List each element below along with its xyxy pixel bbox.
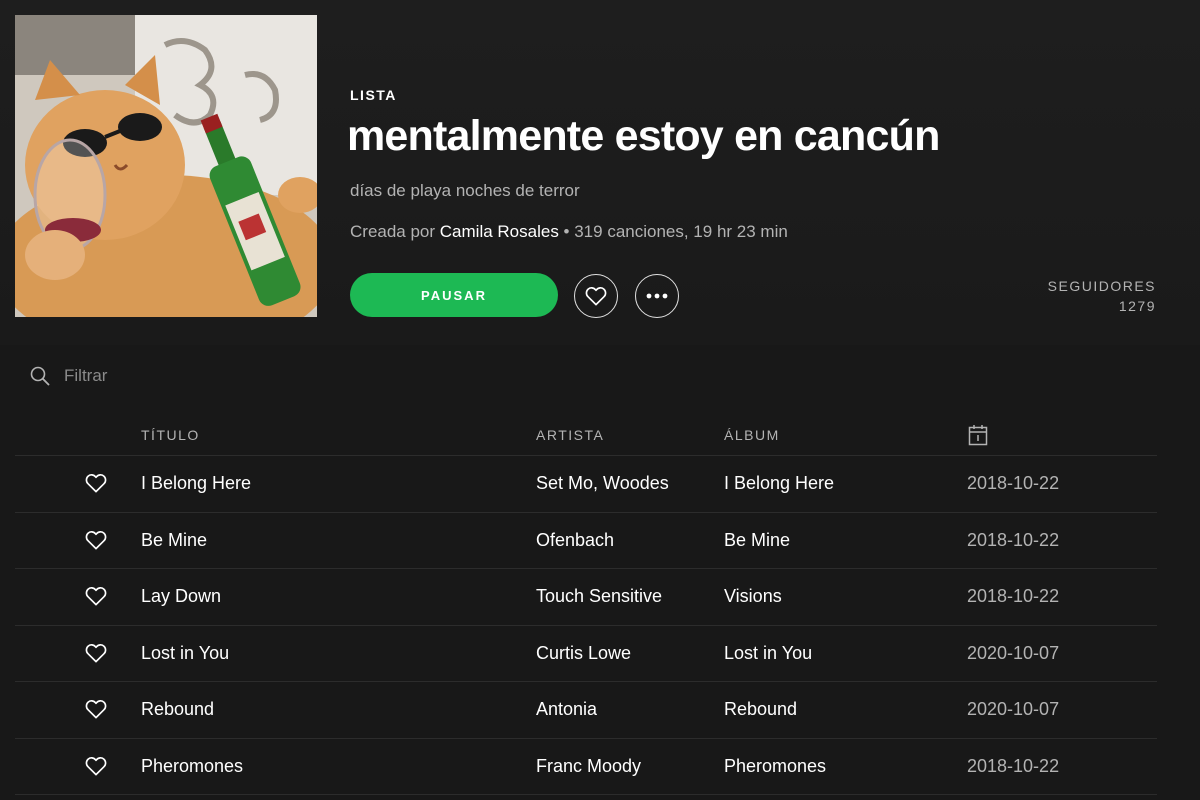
- pause-button[interactable]: PAUSAR: [350, 273, 558, 317]
- track-date-added: 2018-10-22: [967, 529, 1060, 550]
- heart-outline-icon[interactable]: [85, 643, 107, 663]
- track-row[interactable]: Lay Down Touch Sensitive Visions 2018-10-22: [15, 569, 1157, 626]
- more-options-button[interactable]: [635, 274, 679, 318]
- owner-link[interactable]: Camila Rosales: [440, 222, 559, 241]
- followers-block: SEGUIDORES 1279: [1048, 276, 1156, 316]
- column-header-artist[interactable]: ARTISTA: [536, 427, 604, 443]
- track-artist[interactable]: Set Mo, Woodes: [536, 473, 669, 494]
- like-button[interactable]: [574, 274, 618, 318]
- track-album[interactable]: Lost in You: [724, 643, 812, 664]
- heart-outline-icon: [585, 287, 607, 306]
- track-date-added: 2018-10-22: [967, 586, 1060, 606]
- column-header-title[interactable]: TÍTULO: [141, 427, 200, 443]
- calendar-icon: [968, 425, 988, 446]
- track-album[interactable]: Rebound: [724, 699, 797, 720]
- track-artist[interactable]: Touch Sensitive: [536, 586, 662, 607]
- track-title: Pheromones: [141, 755, 244, 776]
- track-artist[interactable]: Antonia: [536, 699, 597, 720]
- track-date-added: 2018-10-22: [967, 755, 1060, 776]
- column-header-album[interactable]: ÁLBUM: [724, 427, 780, 443]
- playlist-description: días de playa noches de terror: [350, 181, 580, 200]
- track-date-added: 2018-10-22: [967, 473, 1060, 493]
- track-artist[interactable]: Franc Moody: [536, 756, 641, 777]
- followers-count: 1279: [1118, 298, 1156, 314]
- track-list: I Belong Here Set Mo, Woodes I Belong Here…: [15, 456, 1157, 795]
- ellipsis-icon: [646, 293, 668, 299]
- filter-bar: [30, 366, 264, 386]
- track-row[interactable]: Be Mine Ofenbach Be Mine 2018-10-22: [15, 513, 1157, 569]
- playlist-meta: Creada por Camila Rosales • 319 cancione…: [350, 222, 788, 242]
- track-title: Rebound: [141, 699, 215, 719]
- playlist-stats: • 319 canciones, 19 hr 23 min: [558, 222, 788, 241]
- track-title: I Belong Here: [141, 473, 252, 493]
- track-row[interactable]: I Belong Here Set Mo, Woodes I Belong Here…: [15, 456, 1157, 513]
- playlist-type-label: LISTA: [350, 87, 397, 103]
- filter-input[interactable]: [64, 366, 264, 386]
- search-icon[interactable]: [30, 366, 50, 386]
- track-album[interactable]: I Belong Here: [724, 473, 834, 494]
- track-title: Be Mine: [141, 529, 208, 550]
- track-title: Lay Down: [141, 586, 222, 606]
- created-by-label: Creada por: [350, 222, 440, 241]
- heart-outline-icon[interactable]: [85, 756, 107, 776]
- cat-image: [15, 15, 317, 317]
- heart-outline-icon[interactable]: [85, 473, 107, 493]
- followers-label: SEGUIDORES: [1047, 278, 1156, 294]
- track-row[interactable]: Rebound Antonia Rebound 2020-10-07: [15, 682, 1157, 739]
- column-header-date[interactable]: [968, 424, 988, 449]
- track-artist[interactable]: Curtis Lowe: [536, 643, 631, 664]
- heart-outline-icon[interactable]: [85, 699, 107, 719]
- track-album[interactable]: Be Mine: [724, 530, 790, 551]
- track-date-added: 2020-10-07: [967, 642, 1060, 663]
- track-artist[interactable]: Ofenbach: [536, 530, 614, 551]
- track-row[interactable]: Pheromones Franc Moody Pheromones 2018-10-2…: [15, 739, 1157, 795]
- heart-outline-icon[interactable]: [85, 586, 107, 606]
- track-album[interactable]: Pheromones: [724, 756, 826, 777]
- playlist-title: mentalmente estoy en cancún: [347, 112, 940, 160]
- heart-outline-icon[interactable]: [85, 530, 107, 550]
- track-row[interactable]: Lost in You Curtis Lowe Lost in You 2020-10…: [15, 626, 1157, 682]
- playlist-cover-image[interactable]: [15, 15, 317, 317]
- track-date-added: 2020-10-07: [967, 699, 1060, 719]
- track-album[interactable]: Visions: [724, 586, 782, 607]
- track-title: Lost in You: [141, 642, 230, 663]
